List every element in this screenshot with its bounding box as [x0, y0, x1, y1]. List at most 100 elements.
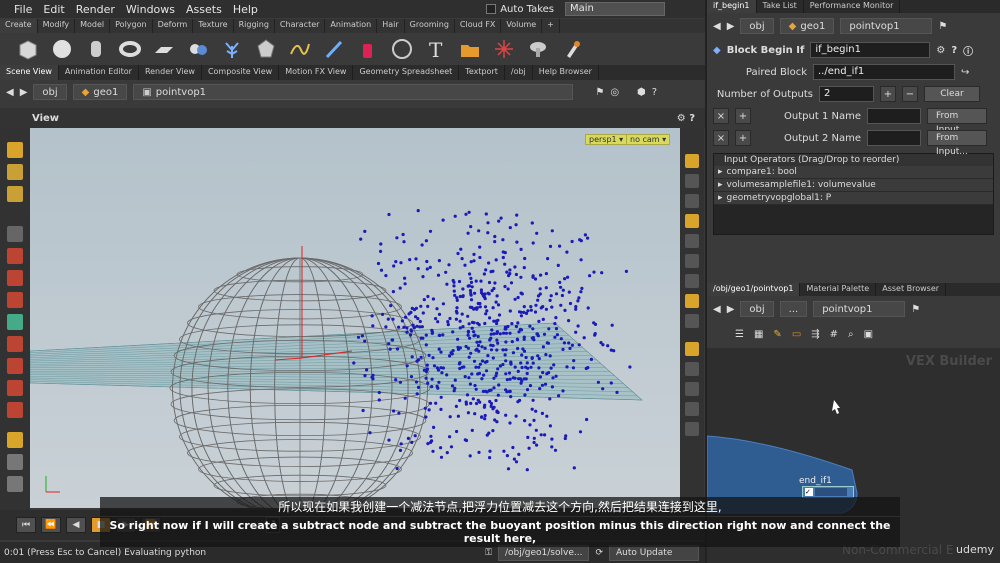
- brush-tool-icon[interactable]: [7, 164, 23, 180]
- light-b-icon[interactable]: [685, 254, 699, 268]
- output1-add-icon[interactable]: +: [735, 108, 751, 124]
- outputs-field[interactable]: 2: [819, 86, 874, 102]
- shelf-tab-create[interactable]: Create: [0, 19, 38, 33]
- net-list-icon[interactable]: ☰: [735, 329, 744, 340]
- tab-help-browser[interactable]: Help Browser: [533, 65, 599, 80]
- file-tool-icon[interactable]: [458, 37, 482, 61]
- display-options-icon[interactable]: [685, 154, 699, 168]
- tube-tool-icon[interactable]: [84, 37, 108, 61]
- gear-icon[interactable]: ⚙: [936, 45, 945, 56]
- snapshot-icon[interactable]: [685, 422, 699, 436]
- param-crumb-geo[interactable]: ◆ geo1: [779, 18, 835, 34]
- numbers-icon[interactable]: [685, 402, 699, 416]
- lsystem-tool-icon[interactable]: [220, 37, 244, 61]
- tab-textport[interactable]: Textport: [459, 65, 505, 80]
- grid-tool-icon[interactable]: [152, 37, 176, 61]
- shelf-tab-polygon[interactable]: Polygon: [110, 19, 153, 33]
- output2-field[interactable]: [867, 130, 921, 146]
- flipbook-tool-icon[interactable]: [7, 454, 23, 470]
- forward-arrow-icon[interactable]: ▶: [20, 87, 28, 98]
- net-zoom-icon[interactable]: ⌕: [848, 329, 854, 340]
- bg-icon[interactable]: [685, 314, 699, 328]
- curve-tool-icon[interactable]: [288, 37, 312, 61]
- jump-start-icon[interactable]: ⏮: [16, 517, 36, 533]
- net-table-icon[interactable]: ▦: [754, 329, 763, 340]
- menu-windows[interactable]: Windows: [126, 3, 175, 16]
- net-grid-icon[interactable]: #: [830, 329, 838, 340]
- pose-tool-icon[interactable]: [7, 314, 23, 330]
- net-crumb-dots[interactable]: ...: [779, 301, 808, 317]
- shelf-tab-rigging[interactable]: Rigging: [234, 19, 275, 33]
- camera-tool-icon[interactable]: [7, 432, 23, 448]
- tab-take-list[interactable]: Take List: [757, 0, 804, 13]
- drag-handle-icon[interactable]: ▸: [718, 193, 723, 203]
- crumb-node[interactable]: ▣ pointvop1: [133, 84, 574, 100]
- scene-viewport[interactable]: persp1 ▾ no cam ▾: [30, 128, 680, 508]
- shading-icon[interactable]: [685, 294, 699, 308]
- ghost-icon[interactable]: [685, 194, 699, 208]
- tab-motion-fx-view[interactable]: Motion FX View: [279, 65, 354, 80]
- list-item[interactable]: ▸ geometryvopglobal1: P: [714, 192, 993, 205]
- font-tool-icon[interactable]: T: [424, 37, 448, 61]
- cube-view-icon[interactable]: ⬢: [637, 87, 646, 98]
- lights-icon[interactable]: [685, 214, 699, 228]
- jump-icon[interactable]: ↪: [961, 67, 969, 78]
- metaball-tool-icon[interactable]: [186, 37, 210, 61]
- circle-tool-icon[interactable]: [390, 37, 414, 61]
- param-crumb-obj[interactable]: obj: [740, 18, 774, 34]
- spray-tool-icon[interactable]: [492, 37, 516, 61]
- viewer-options-icon[interactable]: ⚙ ?: [677, 113, 695, 124]
- torus-tool-icon[interactable]: [118, 37, 142, 61]
- tab-performance-monitor[interactable]: Performance Monitor: [804, 0, 901, 13]
- light-c-icon[interactable]: [685, 274, 699, 288]
- output1-field[interactable]: [867, 108, 921, 124]
- pin-icon[interactable]: ⚑: [595, 87, 604, 98]
- tab-obj[interactable]: /obj: [505, 65, 533, 80]
- param-back-icon[interactable]: ◀: [713, 21, 721, 32]
- crumb-geo[interactable]: ◆ geo1: [72, 84, 128, 100]
- info-icon[interactable]: ⓘ: [963, 43, 973, 58]
- scale-tool-icon[interactable]: [7, 292, 23, 308]
- normals-icon[interactable]: [685, 362, 699, 376]
- rotate-tool-icon[interactable]: [7, 270, 23, 286]
- draw-curve-tool-icon[interactable]: [322, 37, 346, 61]
- move-tool-icon[interactable]: [7, 248, 23, 264]
- tab-material-palette[interactable]: Material Palette: [800, 283, 877, 296]
- link-icon[interactable]: ◎: [610, 87, 619, 98]
- menu-edit[interactable]: Edit: [43, 3, 64, 16]
- shelf-tab-hair[interactable]: Hair: [377, 19, 405, 33]
- tab-scene-view[interactable]: Scene View: [0, 65, 59, 80]
- back-arrow-icon[interactable]: ◀: [6, 87, 14, 98]
- menu-render[interactable]: Render: [76, 3, 115, 16]
- param-crumb-node[interactable]: pointvop1: [840, 18, 933, 34]
- tab-asset-browser[interactable]: Asset Browser: [876, 283, 947, 296]
- net-image-icon[interactable]: ▣: [864, 329, 873, 340]
- platonic-tool-icon[interactable]: [254, 37, 278, 61]
- shelf-tab-grooming[interactable]: Grooming: [405, 19, 455, 33]
- shelf-tab-deform[interactable]: Deform: [153, 19, 194, 33]
- magnet-tool-icon[interactable]: [7, 358, 23, 374]
- add-output-button[interactable]: +: [880, 86, 896, 102]
- sphere-tool-icon[interactable]: [50, 37, 74, 61]
- select-tool-icon[interactable]: [7, 226, 23, 242]
- auto-takes-checkbox[interactable]: [486, 4, 497, 14]
- display-flag-icon[interactable]: ✓: [805, 488, 813, 496]
- render-region-icon[interactable]: [7, 476, 23, 492]
- snap-tool-icon[interactable]: [7, 336, 23, 352]
- menu-assets[interactable]: Assets: [186, 3, 222, 16]
- paired-block-field[interactable]: ../end_if1: [813, 64, 955, 80]
- list-item[interactable]: ▸ volumesamplefile1: volumevalue: [714, 179, 993, 192]
- step-back-icon[interactable]: ⏪: [41, 517, 61, 533]
- net-box-icon[interactable]: ▭: [792, 329, 801, 340]
- net-crumb-obj[interactable]: obj: [740, 301, 774, 317]
- tab-animation-editor[interactable]: Animation Editor: [59, 65, 139, 80]
- desktop-dropdown[interactable]: Main: [565, 2, 665, 16]
- view-tool-icon[interactable]: [7, 402, 23, 418]
- shelf-tab-add[interactable]: +: [542, 19, 560, 33]
- menu-file[interactable]: File: [14, 3, 32, 16]
- remove-output-button[interactable]: −: [902, 86, 918, 102]
- play-reverse-icon[interactable]: ◀: [66, 517, 86, 533]
- param-forward-icon[interactable]: ▶: [727, 21, 735, 32]
- mushroom-tool-icon[interactable]: [526, 37, 550, 61]
- box-tool-icon[interactable]: [16, 37, 40, 61]
